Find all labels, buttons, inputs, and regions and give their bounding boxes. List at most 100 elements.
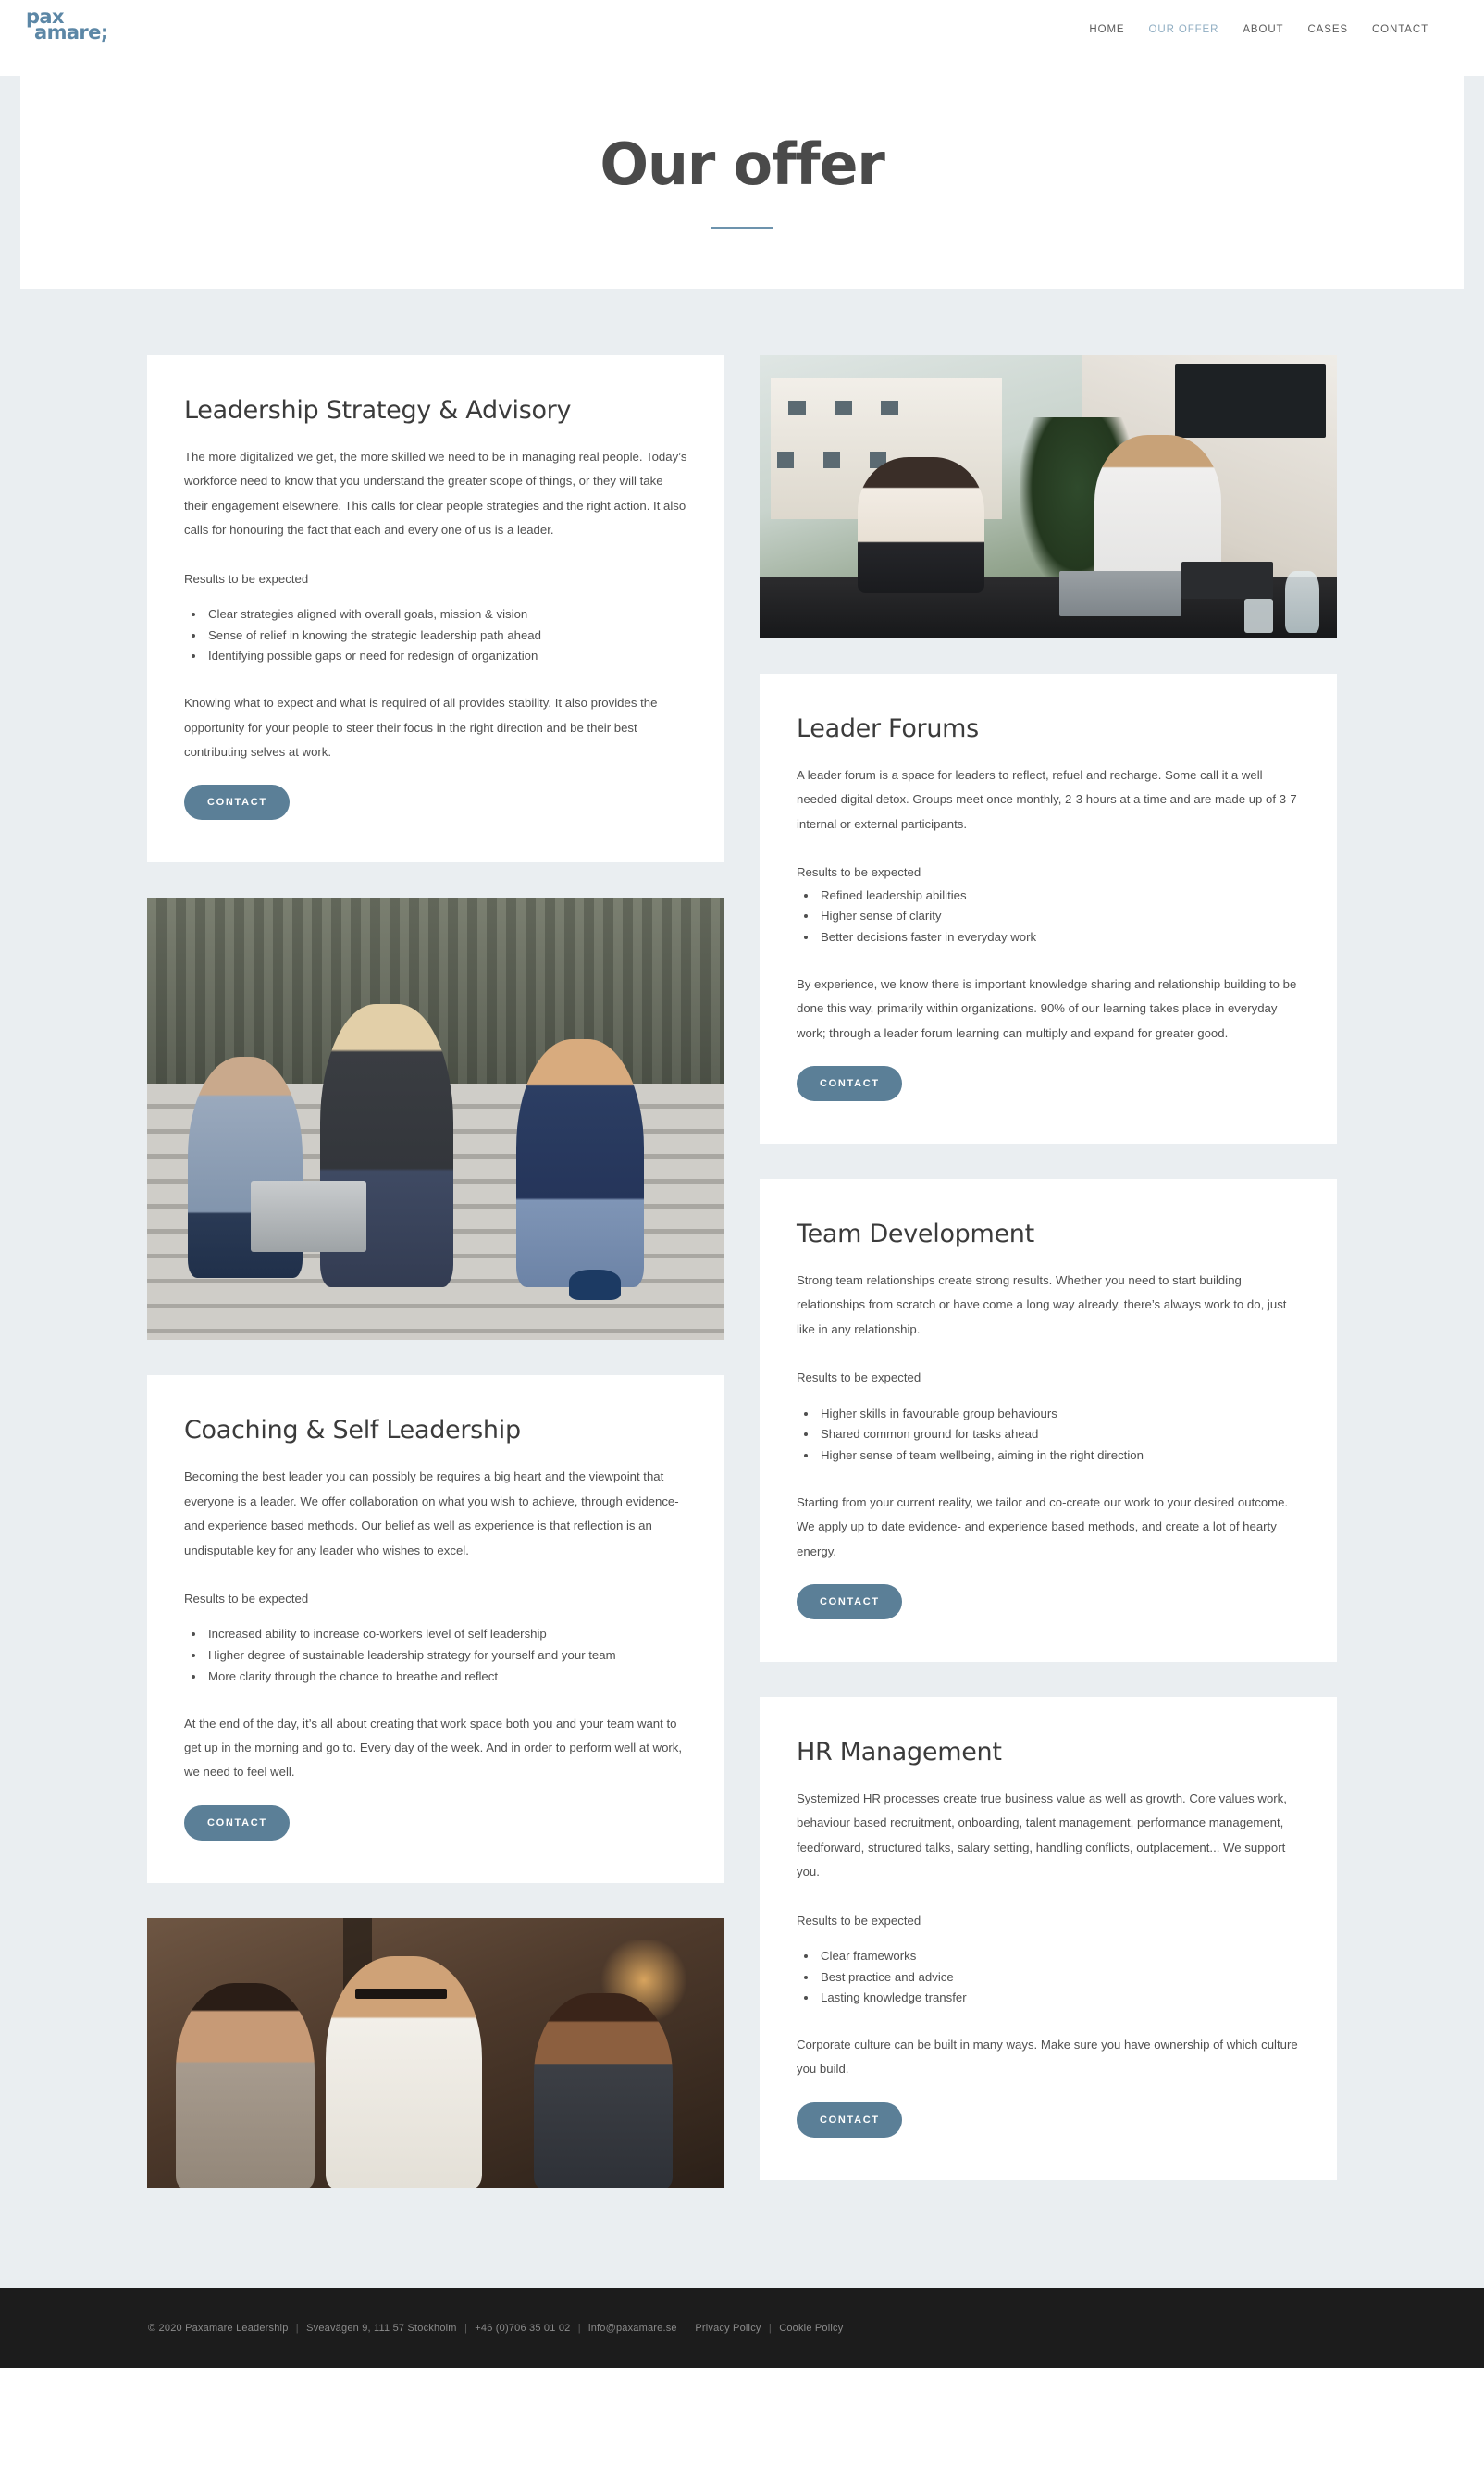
photo-shoe bbox=[568, 1269, 621, 1301]
footer-separator: | bbox=[768, 2322, 772, 2334]
card-title: Leader Forums bbox=[797, 714, 979, 743]
list-item: Higher skills in favourable group behavi… bbox=[797, 1404, 1300, 1425]
photo-laptop bbox=[251, 1181, 367, 1252]
nav-item-our-offer[interactable]: OUR OFFER bbox=[1149, 24, 1219, 35]
card-lead-paragraph: The more digitalized we get, the more sk… bbox=[184, 450, 687, 538]
list-item: Higher degree of sustainable leadership … bbox=[184, 1645, 687, 1667]
photo-laptop-back bbox=[1181, 562, 1274, 600]
list-item: Lasting knowledge transfer bbox=[797, 1988, 1300, 2009]
card-closing-paragraph: At the end of the day, it’s all about cr… bbox=[184, 1716, 683, 1779]
card-closing-paragraph: Starting from your current reality, we t… bbox=[797, 1494, 1289, 1558]
card-lead-paragraph: A leader forum is a space for leaders to… bbox=[797, 768, 1297, 831]
photo-glasses bbox=[354, 1988, 448, 2000]
results-label: Results to be expected bbox=[184, 571, 309, 586]
results-label: Results to be expected bbox=[797, 1913, 921, 1928]
footer-privacy-policy-link[interactable]: Privacy Policy bbox=[695, 2323, 761, 2334]
hero-section: Our offer bbox=[20, 76, 1464, 289]
photo-building-window bbox=[776, 452, 795, 469]
list-item: Clear frameworks bbox=[797, 1946, 1300, 1967]
footer-cookie-policy-link[interactable]: Cookie Policy bbox=[779, 2323, 843, 2334]
photo-glass bbox=[1244, 599, 1274, 633]
photo-three-people-on-steps bbox=[147, 898, 724, 1341]
contact-button[interactable]: CONTACT bbox=[797, 1583, 902, 1619]
nav-item-about[interactable]: ABOUT bbox=[1243, 24, 1283, 35]
list-item: More clarity through the chance to breat… bbox=[184, 1667, 687, 1688]
results-label: Results to be expected bbox=[797, 865, 921, 880]
photo-person-right bbox=[516, 1039, 644, 1287]
site-footer: © 2020 Paxamare Leadership | Sveavägen 9… bbox=[0, 2287, 1484, 2368]
hero-section-wrapper: Our offer bbox=[0, 76, 1484, 289]
main-navigation: HOME OUR OFFER ABOUT CASES CONTACT bbox=[1089, 0, 1440, 35]
card-team-development: Team Development Strong team relationshi… bbox=[760, 1178, 1337, 1662]
footer-legal-line: © 2020 Paxamare Leadership | Sveavägen 9… bbox=[148, 2323, 843, 2334]
list-item: Increased ability to increase co-workers… bbox=[184, 1624, 687, 1645]
results-list: Increased ability to increase co-workers… bbox=[184, 1624, 687, 1687]
offer-column-left: Leadership Strategy & Advisory The more … bbox=[147, 355, 724, 2188]
results-list: Clear strategies aligned with overall go… bbox=[184, 604, 687, 667]
list-item: Identifying possible gaps or need for re… bbox=[184, 646, 687, 667]
card-title: HR Management bbox=[797, 1737, 1002, 1767]
card-closing-paragraph: Knowing what to expect and what is requi… bbox=[184, 696, 658, 759]
card-leader-forums: Leader Forums A leader forum is a space … bbox=[760, 674, 1337, 1144]
photo-building-window bbox=[822, 452, 841, 469]
photo-wall-screen bbox=[1175, 364, 1326, 438]
offer-grid: Leadership Strategy & Advisory The more … bbox=[147, 355, 1337, 2188]
list-item: Refined leadership abilities bbox=[797, 886, 1300, 907]
nav-item-cases[interactable]: CASES bbox=[1307, 24, 1348, 35]
logo-line-2: amare; bbox=[34, 21, 108, 44]
card-title: Leadership Strategy & Advisory bbox=[184, 396, 572, 425]
list-item: Shared common ground for tasks ahead bbox=[797, 1424, 1300, 1445]
list-item: Higher sense of clarity bbox=[797, 906, 1300, 927]
results-list: Higher skills in favourable group behavi… bbox=[797, 1404, 1300, 1467]
card-closing-paragraph: By experience, we know there is importan… bbox=[797, 976, 1297, 1040]
footer-email-link[interactable]: info@paxamare.se bbox=[588, 2323, 677, 2334]
results-list: Clear frameworks Best practice and advic… bbox=[797, 1946, 1300, 2009]
photo-person-left bbox=[858, 457, 985, 594]
nav-item-home[interactable]: HOME bbox=[1089, 24, 1124, 35]
contact-button[interactable]: CONTACT bbox=[797, 1065, 902, 1101]
footer-separator: | bbox=[295, 2322, 299, 2334]
list-item: Best practice and advice bbox=[797, 1967, 1300, 1989]
footer-separator: | bbox=[577, 2322, 581, 2334]
footer-copyright: © 2020 Paxamare Leadership bbox=[148, 2322, 289, 2334]
photo-building-window bbox=[788, 400, 806, 415]
title-divider bbox=[711, 227, 773, 229]
photo-laptop-front bbox=[1059, 570, 1181, 616]
footer-phone: +46 (0)706 35 01 02 bbox=[475, 2322, 571, 2334]
photo-building-window bbox=[881, 400, 898, 415]
site-header: pax amare; HOME OUR OFFER ABOUT CASES CO… bbox=[0, 0, 1484, 76]
card-lead-paragraph: Systemized HR processes create true busi… bbox=[797, 1791, 1287, 1879]
card-hr-management: HR Management Systemized HR processes cr… bbox=[760, 1696, 1337, 2180]
results-label: Results to be expected bbox=[797, 1370, 921, 1385]
photo-person-right bbox=[534, 1993, 673, 2188]
list-item: Better decisions faster in everyday work bbox=[797, 927, 1300, 948]
card-lead-paragraph: Strong team relationships create strong … bbox=[797, 1272, 1287, 1336]
photo-three-people-in-conversation bbox=[147, 1917, 724, 2188]
photo-person-left bbox=[176, 1982, 315, 2188]
contact-button[interactable]: CONTACT bbox=[184, 785, 290, 821]
results-label: Results to be expected bbox=[184, 1591, 309, 1606]
site-logo[interactable]: pax amare; bbox=[26, 0, 108, 44]
card-coaching-self-leadership: Coaching & Self Leadership Becoming the … bbox=[147, 1375, 724, 1883]
card-closing-paragraph: Corporate culture can be built in many w… bbox=[797, 2038, 1298, 2077]
list-item: Higher sense of team wellbeing, aiming i… bbox=[797, 1445, 1300, 1467]
photo-water-bottle bbox=[1284, 570, 1320, 633]
card-title: Team Development bbox=[797, 1219, 1034, 1248]
card-lead-paragraph: Becoming the best leader you can possibl… bbox=[184, 1469, 679, 1557]
card-leadership-strategy: Leadership Strategy & Advisory The more … bbox=[147, 355, 724, 863]
contact-button[interactable]: CONTACT bbox=[797, 2101, 902, 2138]
footer-separator: | bbox=[464, 2322, 467, 2334]
photo-two-colleagues-at-desk bbox=[760, 355, 1337, 638]
nav-item-contact[interactable]: CONTACT bbox=[1372, 24, 1428, 35]
list-item: Clear strategies aligned with overall go… bbox=[184, 604, 687, 626]
page-body: Leadership Strategy & Advisory The more … bbox=[0, 289, 1484, 2288]
contact-button[interactable]: CONTACT bbox=[184, 1804, 290, 1841]
offer-column-right: Leader Forums A leader forum is a space … bbox=[760, 355, 1337, 2180]
page-title: Our offer bbox=[600, 130, 885, 198]
results-list: Refined leadership abilities Higher sens… bbox=[797, 886, 1300, 948]
list-item: Sense of relief in knowing the strategic… bbox=[184, 626, 687, 647]
footer-address: Sveavägen 9, 111 57 Stockholm bbox=[306, 2322, 457, 2334]
footer-separator: | bbox=[685, 2322, 688, 2334]
card-title: Coaching & Self Leadership bbox=[184, 1416, 521, 1445]
photo-building-window bbox=[835, 400, 852, 415]
